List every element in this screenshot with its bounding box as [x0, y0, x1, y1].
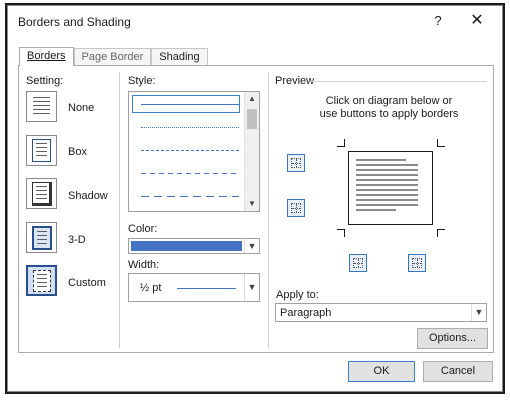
- style-scrollbar[interactable]: ▲ ▼: [244, 92, 259, 211]
- style-solid-option[interactable]: [141, 104, 239, 105]
- top-border-button[interactable]: [287, 154, 305, 172]
- chevron-down-icon[interactable]: ▼: [244, 274, 259, 301]
- top-border-icon: [291, 158, 301, 168]
- setting-shadow-icon[interactable]: [26, 178, 57, 209]
- cancel-button[interactable]: Cancel: [423, 361, 493, 382]
- setting-custom-label[interactable]: Custom: [68, 277, 106, 289]
- setting-none-icon[interactable]: [26, 91, 57, 122]
- divider: [119, 72, 120, 348]
- width-line-sample: [177, 288, 236, 289]
- tab-borders[interactable]: Borders: [19, 47, 74, 66]
- preview-rule: [311, 81, 487, 82]
- width-value: ½ pt: [140, 282, 162, 294]
- scroll-thumb[interactable]: [247, 109, 257, 129]
- color-swatch: [131, 241, 242, 251]
- right-border-icon: [412, 258, 422, 268]
- tab-shading[interactable]: Shading: [151, 48, 208, 66]
- setting-3d-label[interactable]: 3-D: [68, 234, 86, 246]
- style-dotted-option[interactable]: [141, 127, 239, 128]
- corner-mark: [344, 229, 345, 237]
- apply-to-label: Apply to:: [276, 289, 319, 301]
- right-border-button[interactable]: [408, 254, 426, 272]
- title-bar: Borders and Shading ? ✕: [7, 5, 503, 37]
- dialog-title: Borders and Shading: [18, 15, 131, 29]
- borders-panel: Setting: None Box Shadow 3-D Custom Styl…: [18, 65, 494, 353]
- scroll-down-icon[interactable]: ▼: [245, 197, 259, 211]
- color-dropdown[interactable]: ▼: [128, 238, 260, 254]
- divider: [268, 72, 269, 348]
- corner-mark: [337, 146, 345, 147]
- corner-mark: [437, 146, 445, 147]
- setting-box-label[interactable]: Box: [68, 146, 87, 158]
- scroll-up-icon[interactable]: ▲: [245, 92, 259, 106]
- style-list[interactable]: ▲ ▼: [128, 91, 260, 212]
- preview-label: Preview: [275, 75, 315, 87]
- preview-instruction-2: use buttons to apply borders: [319, 108, 459, 120]
- color-label: Color:: [128, 223, 158, 235]
- left-border-button[interactable]: [349, 254, 367, 272]
- preview-instruction-1: Click on diagram below or: [325, 95, 453, 107]
- setting-custom-icon[interactable]: [26, 265, 57, 296]
- chevron-down-icon[interactable]: ▼: [244, 239, 259, 253]
- help-button[interactable]: ?: [427, 10, 449, 32]
- corner-mark: [337, 229, 345, 230]
- style-dashed-small-option[interactable]: [141, 150, 239, 151]
- style-label: Style:: [128, 75, 156, 87]
- bottom-border-button[interactable]: [287, 199, 305, 217]
- tab-page-border[interactable]: Page Border: [73, 48, 152, 66]
- tab-strip: Borders Page Border Shading: [19, 47, 208, 66]
- apply-to-dropdown[interactable]: Paragraph ▼: [275, 303, 487, 322]
- style-dashed-option[interactable]: [141, 173, 239, 174]
- corner-mark: [437, 229, 445, 230]
- style-dashed-long-option[interactable]: [141, 196, 239, 197]
- width-label: Width:: [128, 259, 160, 271]
- setting-label: Setting:: [26, 75, 64, 87]
- ok-button[interactable]: OK: [348, 361, 415, 382]
- chevron-down-icon[interactable]: ▼: [471, 304, 486, 321]
- setting-box-icon[interactable]: [26, 135, 57, 166]
- corner-mark: [437, 229, 438, 237]
- preview-diagram[interactable]: [348, 151, 433, 225]
- setting-3d-icon[interactable]: [26, 222, 57, 253]
- width-dropdown[interactable]: ½ pt ▼: [128, 273, 260, 302]
- setting-none-label[interactable]: None: [68, 102, 94, 114]
- options-button[interactable]: Options...: [417, 328, 488, 349]
- close-button[interactable]: ✕: [466, 10, 488, 32]
- dialog-window: Borders and Shading ? ✕ Borders Page Bor…: [5, 3, 505, 394]
- setting-shadow-label[interactable]: Shadow: [68, 190, 108, 202]
- apply-to-value: Paragraph: [280, 307, 332, 319]
- left-border-icon: [353, 258, 363, 268]
- bottom-border-icon: [291, 203, 301, 213]
